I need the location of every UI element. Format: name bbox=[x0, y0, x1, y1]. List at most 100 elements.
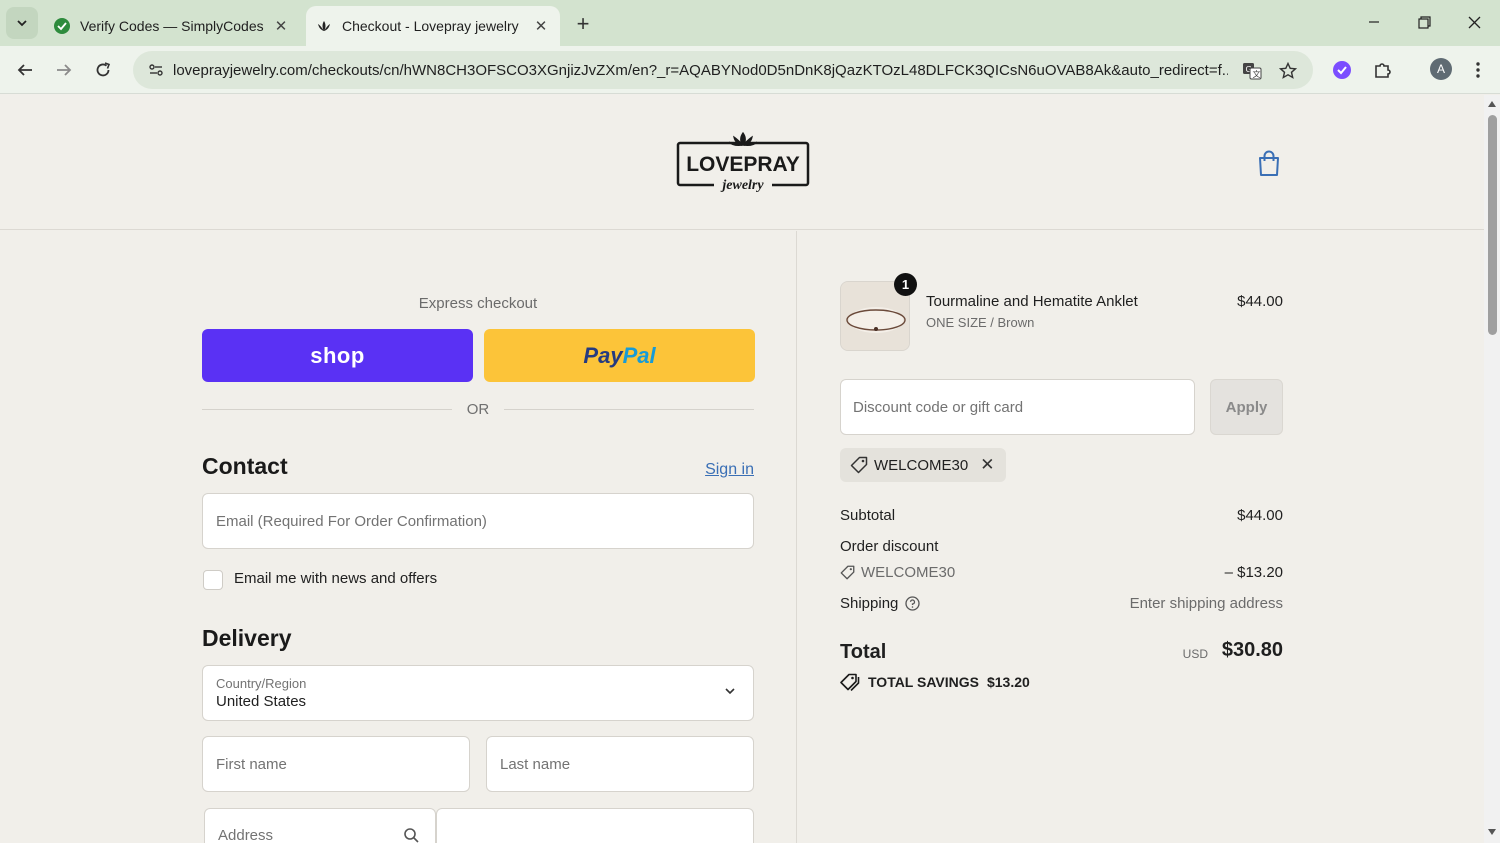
or-divider: OR bbox=[202, 399, 754, 419]
chevron-down-icon bbox=[17, 20, 27, 27]
newsletter-label: Email me with news and offers bbox=[234, 570, 438, 587]
total-label: Total bbox=[840, 641, 887, 663]
logo-main-text: LOVEPRAY bbox=[686, 153, 800, 176]
address-field[interactable]: Address bbox=[204, 808, 436, 843]
address-bar[interactable]: loveprayjewelry.com/checkouts/cn/hWN8CH3… bbox=[133, 51, 1313, 89]
minimize-button[interactable] bbox=[1354, 8, 1394, 36]
tab-title: Checkout - Lovepray jewelry bbox=[342, 18, 519, 34]
chevron-down-icon bbox=[725, 688, 735, 695]
discount-code-row: WELCOME30 – $13.20 bbox=[840, 564, 1283, 581]
applied-discount-chip: WELCOME30 ✕ bbox=[840, 448, 1007, 482]
shipping-label: Shipping bbox=[840, 595, 899, 612]
url-text: loveprayjewelry.com/checkouts/cn/hWN8CH3… bbox=[173, 61, 1228, 79]
order-summary-column: 1 Tourmaline and Hematite Anklet ONE SIZ… bbox=[798, 231, 1484, 843]
divider-line bbox=[202, 408, 452, 410]
lovepray-logo[interactable]: LOVEPRAY jewelry bbox=[676, 131, 810, 195]
scrollbar-thumb[interactable] bbox=[1488, 115, 1497, 335]
address-field-extension[interactable] bbox=[436, 808, 754, 843]
country-label: Country/Region bbox=[216, 676, 307, 691]
site-info-icon[interactable] bbox=[139, 62, 173, 78]
paypal-pal-text: Pal bbox=[622, 342, 656, 368]
svg-text:文: 文 bbox=[1253, 69, 1261, 79]
divider-line bbox=[504, 408, 754, 410]
tab-title: Verify Codes — SimplyCodes bbox=[80, 18, 264, 34]
discount-code-input[interactable]: Discount code or gift card bbox=[840, 379, 1195, 435]
newsletter-checkbox[interactable] bbox=[203, 570, 223, 590]
logo-script-text: jewelry bbox=[720, 178, 764, 193]
paypal-button[interactable]: Pay Pal bbox=[484, 329, 755, 382]
help-circle-icon[interactable] bbox=[905, 596, 921, 611]
total-savings: TOTAL SAVINGS $13.20 bbox=[840, 673, 1030, 691]
contact-heading: Contact bbox=[202, 453, 288, 479]
last-name-placeholder: Last name bbox=[500, 755, 571, 773]
browser-toolbar: loveprayjewelry.com/checkouts/cn/hWN8CH3… bbox=[0, 46, 1500, 94]
discount-code-text: WELCOME30 bbox=[861, 564, 956, 581]
bookmark-star-icon[interactable] bbox=[1277, 60, 1299, 82]
product-name: Tourmaline and Hematite Anklet bbox=[926, 293, 1138, 310]
shipping-row: Shipping Enter shipping address bbox=[840, 595, 1283, 612]
close-window-button[interactable] bbox=[1454, 8, 1494, 36]
order-discount-row: Order discount bbox=[840, 538, 1283, 555]
store-header: LOVEPRAY jewelry bbox=[0, 95, 1484, 230]
apply-discount-button[interactable]: Apply bbox=[1210, 379, 1283, 435]
email-field[interactable]: Email (Required For Order Confirmation) bbox=[202, 493, 754, 549]
extensions-puzzle-icon[interactable] bbox=[1371, 58, 1395, 82]
close-tab-icon[interactable]: ✕ bbox=[530, 15, 552, 37]
express-checkout-label: Express checkout bbox=[418, 295, 538, 312]
shop-pay-label: shop bbox=[310, 342, 365, 368]
last-name-field[interactable]: Last name bbox=[486, 736, 754, 792]
total-value: $30.80 bbox=[1221, 639, 1283, 661]
subtotal-label: Subtotal bbox=[840, 507, 896, 524]
first-name-field[interactable]: First name bbox=[202, 736, 470, 792]
reload-icon bbox=[96, 62, 111, 77]
address-placeholder: Address bbox=[218, 827, 274, 843]
simplycodes-favicon-icon bbox=[54, 18, 70, 34]
page-scrollbar[interactable] bbox=[1484, 95, 1500, 843]
product-price: $44.00 bbox=[1237, 293, 1283, 310]
restore-button[interactable] bbox=[1404, 8, 1444, 36]
first-name-placeholder: First name bbox=[216, 755, 287, 773]
country-select[interactable]: Country/Region United States bbox=[202, 665, 754, 721]
remove-discount-icon[interactable]: ✕ bbox=[980, 455, 994, 475]
product-variant: ONE SIZE / Brown bbox=[926, 315, 1035, 330]
total-currency: USD bbox=[1182, 647, 1208, 661]
shopping-bag-icon[interactable] bbox=[1256, 149, 1282, 177]
close-tab-icon[interactable]: ✕ bbox=[270, 15, 292, 37]
arrow-left-icon bbox=[17, 64, 32, 76]
discount-value: – $13.20 bbox=[1224, 564, 1283, 581]
savings-label: TOTAL SAVINGS bbox=[868, 674, 979, 690]
minimize-icon bbox=[1369, 21, 1379, 23]
or-text: OR bbox=[466, 400, 490, 418]
tag-icon bbox=[850, 456, 868, 474]
checkout-form-column: Express checkout shop Pay Pal OR Contact … bbox=[0, 231, 797, 843]
quantity-badge: 1 bbox=[894, 273, 917, 296]
tab-checkout[interactable]: Checkout - Lovepray jewelry ✕ bbox=[306, 6, 560, 46]
sign-in-link[interactable]: Sign in bbox=[690, 461, 754, 479]
scroll-down-arrow-icon[interactable] bbox=[1488, 829, 1496, 835]
savings-value: $13.20 bbox=[986, 674, 1030, 690]
checkout-page: LOVEPRAY jewelry Express checkout shop P… bbox=[0, 95, 1484, 843]
reload-button[interactable] bbox=[88, 55, 118, 85]
scroll-up-arrow-icon[interactable] bbox=[1488, 101, 1496, 107]
profile-avatar[interactable]: A bbox=[1430, 58, 1452, 80]
applied-code-text: WELCOME30 bbox=[874, 456, 969, 474]
delivery-heading: Delivery bbox=[202, 625, 292, 651]
country-value: United States bbox=[216, 693, 307, 710]
new-tab-button[interactable]: + bbox=[570, 11, 596, 37]
shipping-value: Enter shipping address bbox=[1129, 595, 1283, 612]
tab-search-button[interactable] bbox=[6, 7, 38, 39]
tab-simplycodes[interactable]: Verify Codes — SimplyCodes ✕ bbox=[44, 6, 300, 46]
close-icon bbox=[1468, 16, 1480, 28]
arrow-right-icon bbox=[57, 64, 72, 76]
lotus-favicon-icon bbox=[316, 18, 332, 34]
forward-button[interactable] bbox=[49, 55, 79, 85]
tags-icon bbox=[840, 673, 860, 691]
subtotal-row: Subtotal $44.00 bbox=[840, 507, 1283, 524]
back-button[interactable] bbox=[10, 55, 40, 85]
extension-simplycodes-icon[interactable] bbox=[1330, 58, 1354, 82]
paypal-pay-text: Pay bbox=[583, 342, 623, 368]
kebab-menu-icon[interactable] bbox=[1466, 58, 1490, 82]
translate-icon[interactable]: G文 bbox=[1241, 60, 1263, 82]
shop-pay-button[interactable]: shop bbox=[202, 329, 473, 382]
discount-placeholder: Discount code or gift card bbox=[853, 398, 1024, 416]
